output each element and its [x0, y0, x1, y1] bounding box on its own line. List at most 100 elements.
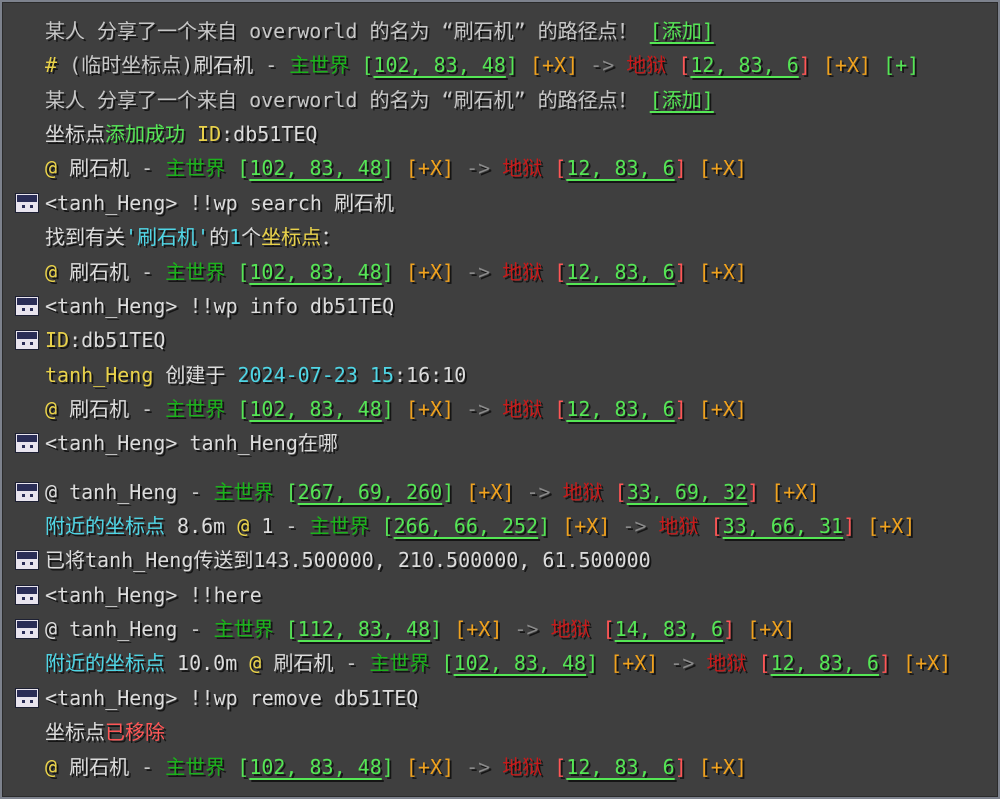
chat-clickable-text[interactable]: 12, 83, 6	[566, 260, 674, 284]
chat-clickable-text[interactable]: [+X]	[406, 156, 454, 180]
chat-text: 1	[261, 514, 274, 538]
chat-text: [	[225, 156, 250, 180]
chat-line: @ 刷石机 - 主世界 [102, 83, 48] [+X] -> 地狱 [12…	[45, 750, 747, 784]
chat-clickable-text[interactable]: [+X]	[562, 514, 610, 538]
chat-clickable-text[interactable]: 102, 83, 48	[249, 260, 381, 284]
chat-clickable-text[interactable]: 102, 83, 48	[454, 651, 586, 675]
chat-text: ID	[185, 122, 222, 146]
chat-text: :db51TEQ	[69, 328, 166, 352]
chat-text: 创建于	[153, 363, 238, 387]
chat-clickable-text[interactable]: [+X]	[747, 617, 795, 641]
chat-text: ]	[674, 397, 699, 421]
chat-text: 坐标点	[45, 122, 105, 146]
chat-line: @ 刷石机 - 主世界 [102, 83, 48] [+X] -> 地狱 [12…	[45, 392, 747, 426]
chat-text: ]	[843, 514, 868, 538]
chat-text: -	[129, 156, 166, 180]
chat-text: '刷石机'	[125, 225, 210, 249]
chat-clickable-text[interactable]: 266, 66, 252	[394, 514, 539, 538]
chat-text: 主世界	[309, 514, 370, 538]
chat-clickable-text[interactable]: [+X]	[699, 755, 747, 779]
chat-clickable-text[interactable]: [+X]	[406, 397, 454, 421]
chat-text: 地狱	[502, 156, 543, 180]
chat-clickable-text[interactable]: [+X]	[903, 651, 951, 675]
chat-clickable-text[interactable]: [+X]	[530, 53, 578, 77]
chat-clickable-text[interactable]: 112, 83, 48	[298, 617, 430, 641]
chat-text: 刷石机	[193, 53, 254, 77]
chat-text: @ tanh_Heng	[45, 480, 178, 504]
chat-clickable-text[interactable]: 33, 66, 31	[723, 514, 843, 538]
chat-text: ]	[430, 617, 455, 641]
chat-clickable-text[interactable]: [+X]	[699, 260, 747, 284]
chat-clickable-text[interactable]: 102, 83, 48	[249, 156, 381, 180]
chat-clickable-text[interactable]: 102, 83, 48	[373, 53, 505, 77]
chat-clickable-text[interactable]: 12, 83, 6	[690, 53, 798, 77]
chat-clickable-text[interactable]: [+X]	[466, 480, 514, 504]
chat-line: @ 刷石机 - 主世界 [102, 83, 48] [+X] -> 地狱 [12…	[45, 151, 747, 185]
chat-text: @	[45, 755, 70, 779]
chat-clickable-text[interactable]: 267, 69, 260	[298, 480, 443, 504]
chat-line: 某人 分享了一个来自 overworld 的名为 “刷石机” 的路径点！ [添加…	[45, 14, 714, 48]
player-head-icon	[15, 619, 39, 639]
chat-clickable-text[interactable]: [+X]	[699, 156, 747, 180]
chat-text: ->	[502, 617, 551, 641]
chat-text: 地狱	[658, 514, 699, 538]
chat-text: 个	[241, 225, 262, 249]
chat-clickable-text[interactable]: 102, 83, 48	[249, 755, 381, 779]
chat-line: <tanh_Heng> !!here	[45, 578, 262, 612]
chat-clickable-text[interactable]: [+X]	[406, 260, 454, 284]
chat-text: 主世界	[369, 651, 430, 675]
chat-text: @	[237, 514, 262, 538]
chat-clickable-text[interactable]: [+X]	[771, 480, 819, 504]
chat-text: ]	[381, 260, 406, 284]
chat-text: @	[45, 156, 70, 180]
chat-clickable-text[interactable]: [+X]	[610, 651, 658, 675]
chat-clickable-text[interactable]: 14, 83, 6	[615, 617, 723, 641]
chat-line: <tanh_Heng> !!wp search 刷石机	[45, 186, 394, 220]
chat-text: 已将tanh_Heng传送到143.500000, 210.500000, 61…	[45, 548, 651, 572]
chat-line: <tanh_Heng> !!wp info db51TEQ	[45, 289, 394, 323]
chat-clickable-text[interactable]: [+X]	[454, 617, 502, 641]
chat-text: 某人 分享了一个来自 overworld 的名为 “刷石机” 的路径点！	[45, 19, 650, 43]
chat-clickable-text[interactable]: [+X]	[406, 755, 454, 779]
chat-text: 刷石机	[69, 397, 130, 421]
chat-line: @ tanh_Heng - 主世界 [267, 69, 260] [+X] ->…	[45, 475, 819, 509]
chat-line: 坐标点已移除	[45, 715, 165, 749]
player-head-icon	[15, 550, 39, 570]
chat-text: 主世界	[165, 156, 226, 180]
chat-clickable-text[interactable]: 102, 83, 48	[249, 397, 381, 421]
chat-text: 刷石机	[69, 260, 130, 284]
chat-line: @ tanh_Heng - 主世界 [112, 83, 48] [+X] -> …	[45, 612, 795, 646]
chat-text: ]	[505, 53, 530, 77]
chat-clickable-text[interactable]: [+X]	[867, 514, 915, 538]
chat-clickable-text[interactable]: [+X]	[699, 397, 747, 421]
chat-text: [	[542, 260, 567, 284]
chat-text: ->	[578, 53, 627, 77]
chat-text: 地狱	[550, 617, 591, 641]
chat-text: ->	[454, 755, 503, 779]
chat-clickable-text[interactable]: [+X]	[823, 53, 871, 77]
chat-text: ]	[538, 514, 563, 538]
chat-clickable-text[interactable]: 12, 83, 6	[566, 755, 674, 779]
chat-text: ]	[747, 480, 772, 504]
chat-text: 附近的坐标点	[45, 514, 165, 538]
chat-text: ]	[381, 156, 406, 180]
chat-clickable-text[interactable]: [+]	[871, 53, 919, 77]
chat-text: 地狱	[502, 260, 543, 284]
chat-text: 刷石机	[69, 755, 130, 779]
chat-clickable-text[interactable]: 12, 83, 6	[566, 397, 674, 421]
chat-clickable-text[interactable]: 33, 69, 32	[627, 480, 747, 504]
player-head-icon	[15, 585, 39, 605]
chat-text: ->	[658, 651, 707, 675]
chat-text: [	[429, 651, 454, 675]
chat-text: ]	[442, 480, 467, 504]
chat-text: 刷石机	[69, 156, 130, 180]
chat-text: [	[225, 755, 250, 779]
chat-text: ]	[381, 755, 406, 779]
chat-text: ]	[674, 260, 699, 284]
chat-line: ID:db51TEQ	[45, 323, 165, 357]
chat-clickable-text[interactable]: 12, 83, 6	[771, 651, 879, 675]
chat-clickable-text[interactable]: [添加]	[650, 88, 714, 112]
chat-clickable-text[interactable]: [添加]	[650, 19, 714, 43]
chat-text: ->	[454, 156, 503, 180]
chat-clickable-text[interactable]: 12, 83, 6	[566, 156, 674, 180]
